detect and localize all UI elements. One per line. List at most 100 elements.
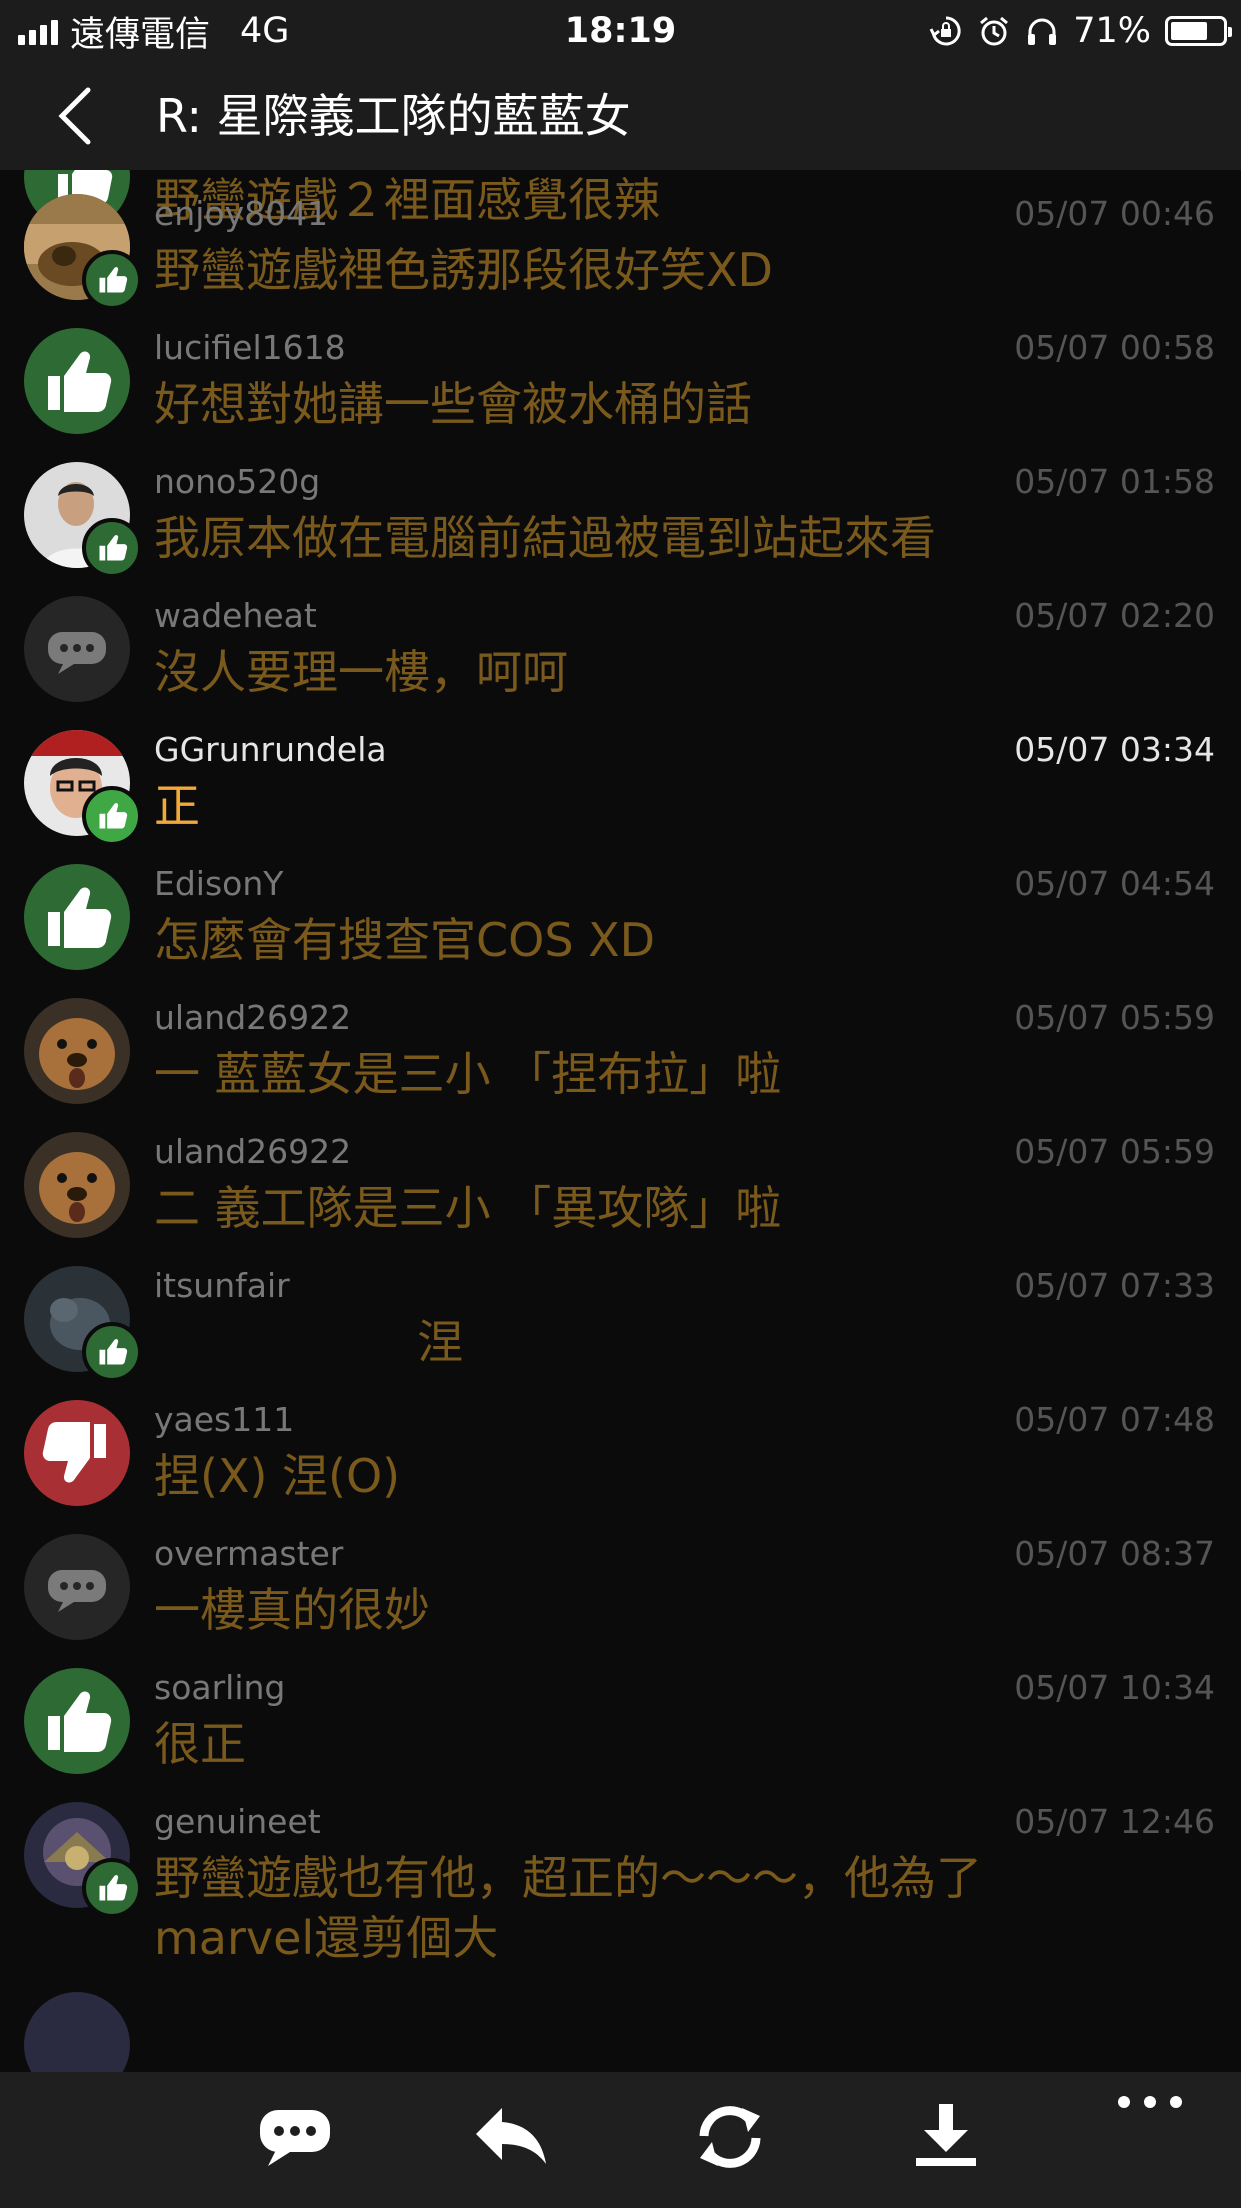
download-icon [916, 2104, 976, 2166]
reply-button[interactable] [472, 2102, 552, 2172]
status-right: 71% [929, 8, 1232, 54]
comment-content: 野蠻遊戲裡色誘那段很好笑XD [154, 243, 773, 297]
like-avatar [24, 1668, 130, 1774]
like-badge [82, 1322, 142, 1382]
comment-time: 05/07 08:37 [1014, 1534, 1215, 1573]
comment-username[interactable]: enjoy8041 [154, 194, 328, 233]
headphones-icon [1028, 18, 1057, 45]
battery-icon [1165, 16, 1232, 46]
avatar [24, 1132, 130, 1238]
bottom-toolbar [0, 2072, 1241, 2208]
battery-percent: 71% [1073, 11, 1151, 51]
reply-icon [476, 2108, 546, 2164]
like-icon [48, 1691, 112, 1752]
like-icon [99, 803, 128, 829]
avatar [24, 1992, 130, 2072]
comment-content: 捏(X) 涅(O) [154, 1449, 401, 1503]
comment-content: 怎麼會有搜查官COS XD [154, 913, 656, 967]
comment-username[interactable]: yaes111 [154, 1400, 294, 1439]
alarm-icon [980, 16, 1009, 46]
comment-avatar [24, 1534, 130, 1640]
comment-avatar [24, 596, 130, 702]
refresh-button[interactable] [690, 2102, 770, 2172]
comment-time: 05/07 03:34 [1014, 730, 1215, 769]
like-icon [99, 1875, 128, 1901]
comment-content: 二 義工隊是三小 「異攻隊」啦 [154, 1181, 782, 1235]
comment-row[interactable]: GGrunrundela 05/07 03:34 正 [0, 706, 1241, 846]
comment-row-partial[interactable] [0, 1968, 1241, 2072]
comment-content: 野蠻遊戲也有他，超正的～～～，他為了marvel還剪個大 [154, 1851, 982, 1965]
comment-username[interactable]: itsunfair [154, 1266, 290, 1305]
comment-content: 一 藍藍女是三小 「捏布拉」啦 [154, 1047, 782, 1101]
dislike-avatar [24, 1400, 130, 1506]
like-icon [48, 887, 112, 948]
comment-username[interactable]: EdisonY [154, 864, 283, 903]
comment-row[interactable]: uland26922 05/07 05:59 二 義工隊是三小 「異攻隊」啦 [0, 1108, 1241, 1242]
thread-header: R: 星際義工隊的藍藍女 [0, 62, 1241, 170]
comment-username[interactable]: uland26922 [154, 1132, 351, 1171]
like-icon [99, 267, 128, 293]
comment-row[interactable]: overmaster 05/07 08:37 一樓真的很妙 [0, 1510, 1241, 1644]
comment-time: 05/07 05:59 [1014, 998, 1215, 1037]
comment-time: 05/07 00:58 [1014, 328, 1215, 367]
comment-row[interactable]: lucifiel1618 05/07 00:58 好想對她講一些會被水桶的話 [0, 304, 1241, 438]
avatar [24, 998, 130, 1104]
comment-row[interactable]: nono520g 05/07 01:58 我原本做在電腦前結過被電到站起來看 [0, 438, 1241, 578]
comment-content: 一樓真的很妙 [154, 1583, 430, 1637]
comment-content: 好想對她講一些會被水桶的話 [154, 377, 752, 431]
comment-content: 我原本做在電腦前結過被電到站起來看 [154, 511, 936, 565]
battery-level [1171, 22, 1207, 40]
page-title: R: 星際義工隊的藍藍女 [156, 89, 631, 143]
comment-content: 涅 [154, 1315, 464, 1369]
comment-row[interactable]: yaes111 05/07 07:48 捏(X) 涅(O) [0, 1376, 1241, 1510]
avatar-photo [24, 1132, 130, 1238]
like-icon [99, 1339, 128, 1365]
back-button[interactable] [42, 80, 114, 152]
comment-list[interactable]: 野蠻遊戲２裡面感覺很辣 enjoy8041 05/07 00:46 野蠻遊戲裡色… [0, 170, 1241, 2072]
comment-time: 05/07 04:54 [1014, 864, 1215, 903]
like-badge [82, 1858, 142, 1918]
comment-username[interactable]: GGrunrundela [154, 730, 387, 769]
comment-time: 05/07 07:48 [1014, 1400, 1215, 1439]
like-icon [48, 351, 112, 412]
dislike-icon [42, 1422, 106, 1483]
comment-username[interactable]: lucifiel1618 [154, 328, 346, 367]
comment-username[interactable]: overmaster [154, 1534, 343, 1573]
comment-username[interactable]: genuineet [154, 1802, 321, 1841]
comment-icon [260, 2110, 330, 2166]
comment-username[interactable]: wadeheat [154, 596, 317, 635]
comment-time: 05/07 12:46 [1014, 1802, 1215, 1841]
comment-time: 05/07 10:34 [1014, 1668, 1215, 1707]
comment-content: 很正 [154, 1717, 246, 1771]
comment-row[interactable]: EdisonY 05/07 04:54 怎麼會有搜查官COS XD [0, 840, 1241, 974]
comment-username[interactable]: nono520g [154, 462, 320, 501]
comment-time: 05/07 00:46 [1014, 194, 1215, 233]
comment-row[interactable]: soarling 05/07 10:34 很正 [0, 1644, 1241, 1778]
comment-username[interactable]: uland26922 [154, 998, 351, 1037]
like-avatar [24, 328, 130, 434]
comment-icon [48, 1570, 106, 1612]
like-badge [82, 518, 142, 578]
comment-time: 05/07 07:33 [1014, 1266, 1215, 1305]
refresh-icon [699, 2106, 761, 2168]
comment-username[interactable]: soarling [154, 1668, 285, 1707]
status-bar: 遠傳電信 4G 18:19 71% [0, 0, 1241, 62]
download-button[interactable] [906, 2102, 986, 2172]
like-badge [82, 786, 142, 846]
comment-button[interactable] [256, 2102, 336, 2172]
more-icon [1118, 2096, 1182, 2108]
more-button[interactable] [1110, 2082, 1190, 2152]
chevron-left-icon [58, 87, 91, 145]
comment-row[interactable]: uland26922 05/07 05:59 一 藍藍女是三小 「捏布拉」啦 [0, 974, 1241, 1108]
comment-row[interactable]: itsunfair 05/07 07:33 涅 [0, 1242, 1241, 1382]
comment-row[interactable]: enjoy8041 05/07 00:46 野蠻遊戲裡色誘那段很好笑XD [0, 170, 1241, 310]
comment-time: 05/07 05:59 [1014, 1132, 1215, 1171]
comment-content: 正 [154, 779, 200, 833]
comment-row[interactable]: genuineet 05/07 12:46 野蠻遊戲也有他，超正的～～～，他為了… [0, 1778, 1241, 1968]
comment-time: 05/07 01:58 [1014, 462, 1215, 501]
comment-row[interactable]: wadeheat 05/07 02:20 沒人要理一樓，呵呵 [0, 572, 1241, 706]
like-avatar [24, 864, 130, 970]
comment-icon [48, 632, 106, 674]
comment-time: 05/07 02:20 [1014, 596, 1215, 635]
comment-content: 沒人要理一樓，呵呵 [154, 645, 568, 699]
